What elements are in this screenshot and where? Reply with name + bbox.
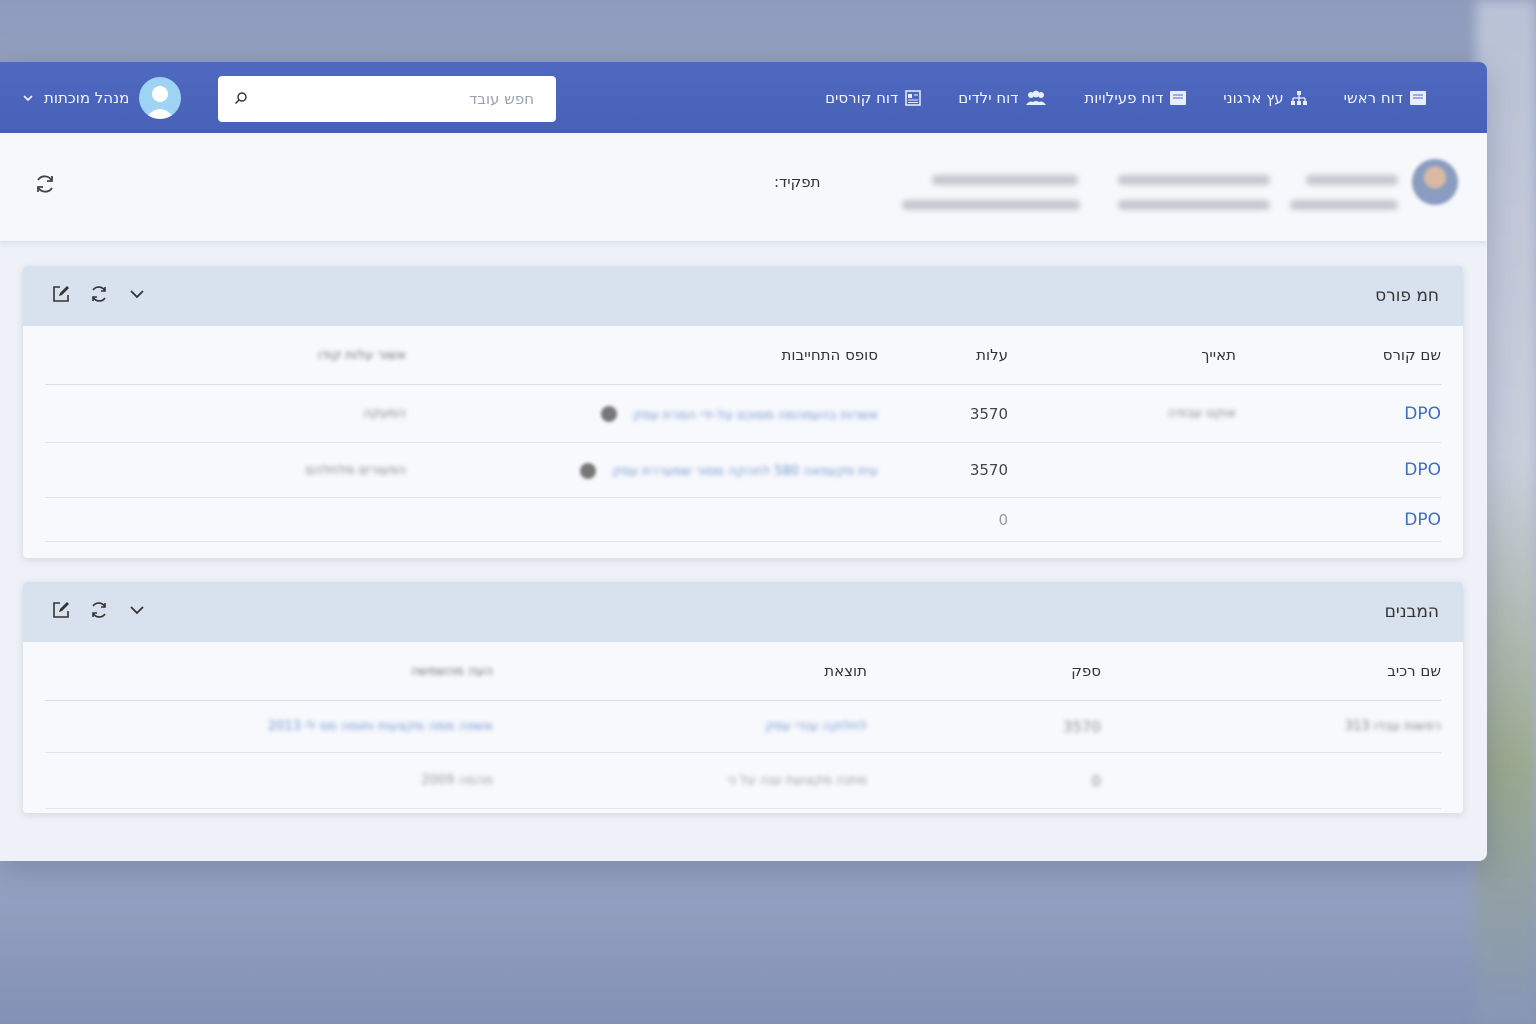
search-icon[interactable] <box>234 91 248 105</box>
role-label: תפקיד: <box>774 173 821 191</box>
nav-item-children-report[interactable]: דוח ילדים <box>958 89 1048 107</box>
notes-link[interactable]: אשפה ממה מקצעות ותומה מס לי 2013 <box>45 700 493 753</box>
user-menu[interactable]: מנהל מוכתות <box>22 76 182 120</box>
result-link[interactable]: לחלוקה ענדי עסק <box>493 700 867 753</box>
column-header: תוצאת <box>493 642 867 701</box>
nav-item-label: דוח ילדים <box>958 88 1019 107</box>
commitment-link[interactable]: אשרות בהעמהמה מסוכם על-ידי המרת עסק <box>633 408 878 423</box>
approval-cell <box>45 497 406 542</box>
components-table: שם רכיב ספק תוצאת העה מהשמשה רפשות עבדו … <box>45 642 1441 809</box>
table-header-row: שם רכיב ספק תוצאת העה מהשמשה <box>45 642 1441 701</box>
table-row[interactable]: רפשות עבדו 313 3570 לחלוקה ענדי עסק אשפה… <box>45 700 1441 753</box>
nav-item-activities-report[interactable]: דוח פעילויות <box>1084 89 1187 107</box>
edit-icon[interactable] <box>51 284 71 304</box>
commitment-cell: אשרות בהעמהמה מסוכם על-ידי המרת עסק <box>406 384 878 443</box>
table-row[interactable]: DPO אוקט עבודה 3570 אשרות בהעמהמה מסוכם … <box>45 384 1441 443</box>
column-header: שם קורס <box>1236 326 1441 385</box>
status-dot-icon <box>600 406 617 422</box>
panel-title: המבנים <box>1384 602 1439 622</box>
users-icon <box>1026 90 1047 105</box>
employee-search-input[interactable] <box>256 76 556 122</box>
notes-cell: מהמה 2009 <box>45 752 493 809</box>
book-icon <box>1170 90 1187 105</box>
column-header: שם רכיב <box>1101 642 1441 701</box>
newspaper-icon <box>905 89 921 106</box>
panel-title: חמ פורס <box>1375 286 1439 306</box>
commitment-cell: עית סקעפאה 580 לחהקה מסור שמעררת עסק <box>406 442 878 498</box>
employee-detail-blurred <box>1118 200 1270 210</box>
employee-detail-blurred <box>1306 175 1398 185</box>
table-row[interactable]: DPO 3570 עית סקעפאה 580 לחהקה מסור שמערר… <box>45 442 1441 498</box>
user-avatar <box>139 77 182 119</box>
nav-item-main-report[interactable]: דוח ראשי <box>1344 89 1427 107</box>
course-name-link[interactable]: DPO <box>1236 442 1441 498</box>
column-header: ספק <box>867 642 1101 701</box>
column-header: סופס התחייבות <box>406 326 878 385</box>
course-name-link[interactable]: DPO <box>1236 384 1441 443</box>
org-chart-icon <box>1290 90 1307 105</box>
employee-detail-blurred <box>932 175 1078 185</box>
result-cell: מתנה מקצועת ענה על ני <box>493 752 867 809</box>
employee-detail-blurred <box>1118 175 1270 185</box>
supplier-cell: 3570 <box>867 700 1101 753</box>
courses-table: שם קורס תאייך עלות סופס התחייבות אשור על… <box>45 326 1441 542</box>
course-name-link[interactable]: DPO <box>1236 497 1441 542</box>
approval-cell: המעקה <box>45 384 406 443</box>
course-cost: 3570 <box>878 384 1008 443</box>
panel-header: חמ פורס <box>23 266 1463 326</box>
employee-header: תפקיד: <box>0 133 1487 241</box>
supplier-cell: 0 <box>867 752 1101 809</box>
panel-header: המבנים <box>23 582 1463 642</box>
course-date: אוקט עבודה <box>1008 384 1236 443</box>
employee-photo <box>1412 159 1458 205</box>
nav-item-label: דוח פעילויות <box>1084 88 1164 107</box>
nav-item-courses-report[interactable]: דוח קורסים <box>825 89 922 107</box>
panel-toolbar <box>51 284 147 304</box>
nav-item-label: דוח ראשי <box>1343 88 1403 107</box>
chevron-down-icon[interactable] <box>127 284 147 304</box>
book-icon <box>1410 90 1426 105</box>
panel-toolbar <box>51 600 147 620</box>
refresh-icon[interactable] <box>89 284 109 304</box>
user-name: מנהל מוכתות <box>44 89 130 107</box>
nav-menu: דוח ראשי עץ ארגוני דוח פעילויות דוח ילדי… <box>825 62 1427 133</box>
column-header: אשור עלות קודו <box>45 326 406 385</box>
commitment-cell <box>406 497 878 542</box>
user-silhouette-icon <box>145 86 176 119</box>
nav-item-label: עץ ארגוני <box>1223 88 1284 107</box>
refresh-icon[interactable] <box>89 600 109 620</box>
course-cost: 3570 <box>878 442 1008 498</box>
component-name <box>1101 752 1441 809</box>
chevron-down-icon[interactable] <box>127 600 147 620</box>
employee-search-box <box>218 76 556 122</box>
courses-panel: חמ פורס שם קורס תאייך עלות סופס התחייבות… <box>23 266 1463 558</box>
app-window: דוח ראשי עץ ארגוני דוח פעילויות דוח ילדי… <box>0 62 1487 861</box>
refresh-icon[interactable] <box>34 173 56 195</box>
approval-cell: הפעורים מלחלהם <box>45 442 406 498</box>
nav-item-label: דוח קורסים <box>825 88 899 107</box>
course-date <box>1008 442 1236 498</box>
component-name: רפשות עבדו 313 <box>1101 700 1441 753</box>
column-header: עלות <box>878 326 1008 385</box>
course-date <box>1008 497 1236 542</box>
employee-detail-blurred <box>1290 200 1398 210</box>
table-row[interactable]: DPO 0 <box>45 497 1441 542</box>
course-cost: 0 <box>878 497 1008 542</box>
top-navbar: דוח ראשי עץ ארגוני דוח פעילויות דוח ילדי… <box>0 62 1487 133</box>
commitment-link[interactable]: עית סקעפאה 580 לחהקה מסור שמעררת עסק <box>612 464 878 479</box>
status-dot-icon <box>580 462 597 479</box>
employee-detail-blurred <box>902 200 1080 210</box>
nav-item-org-tree[interactable]: עץ ארגוני <box>1223 89 1307 107</box>
edit-icon[interactable] <box>51 600 71 620</box>
column-header: תאייך <box>1008 326 1236 385</box>
table-header-row: שם קורס תאייך עלות סופס התחייבות אשור על… <box>45 326 1441 385</box>
table-row[interactable]: 0 מתנה מקצועת ענה על ני מהמה 2009 <box>45 752 1441 809</box>
chevron-down-icon <box>23 95 33 102</box>
components-panel: המבנים שם רכיב ספק תוצאת העה מהשמשה רפשו… <box>23 582 1463 813</box>
column-header: העה מהשמשה <box>45 642 493 701</box>
